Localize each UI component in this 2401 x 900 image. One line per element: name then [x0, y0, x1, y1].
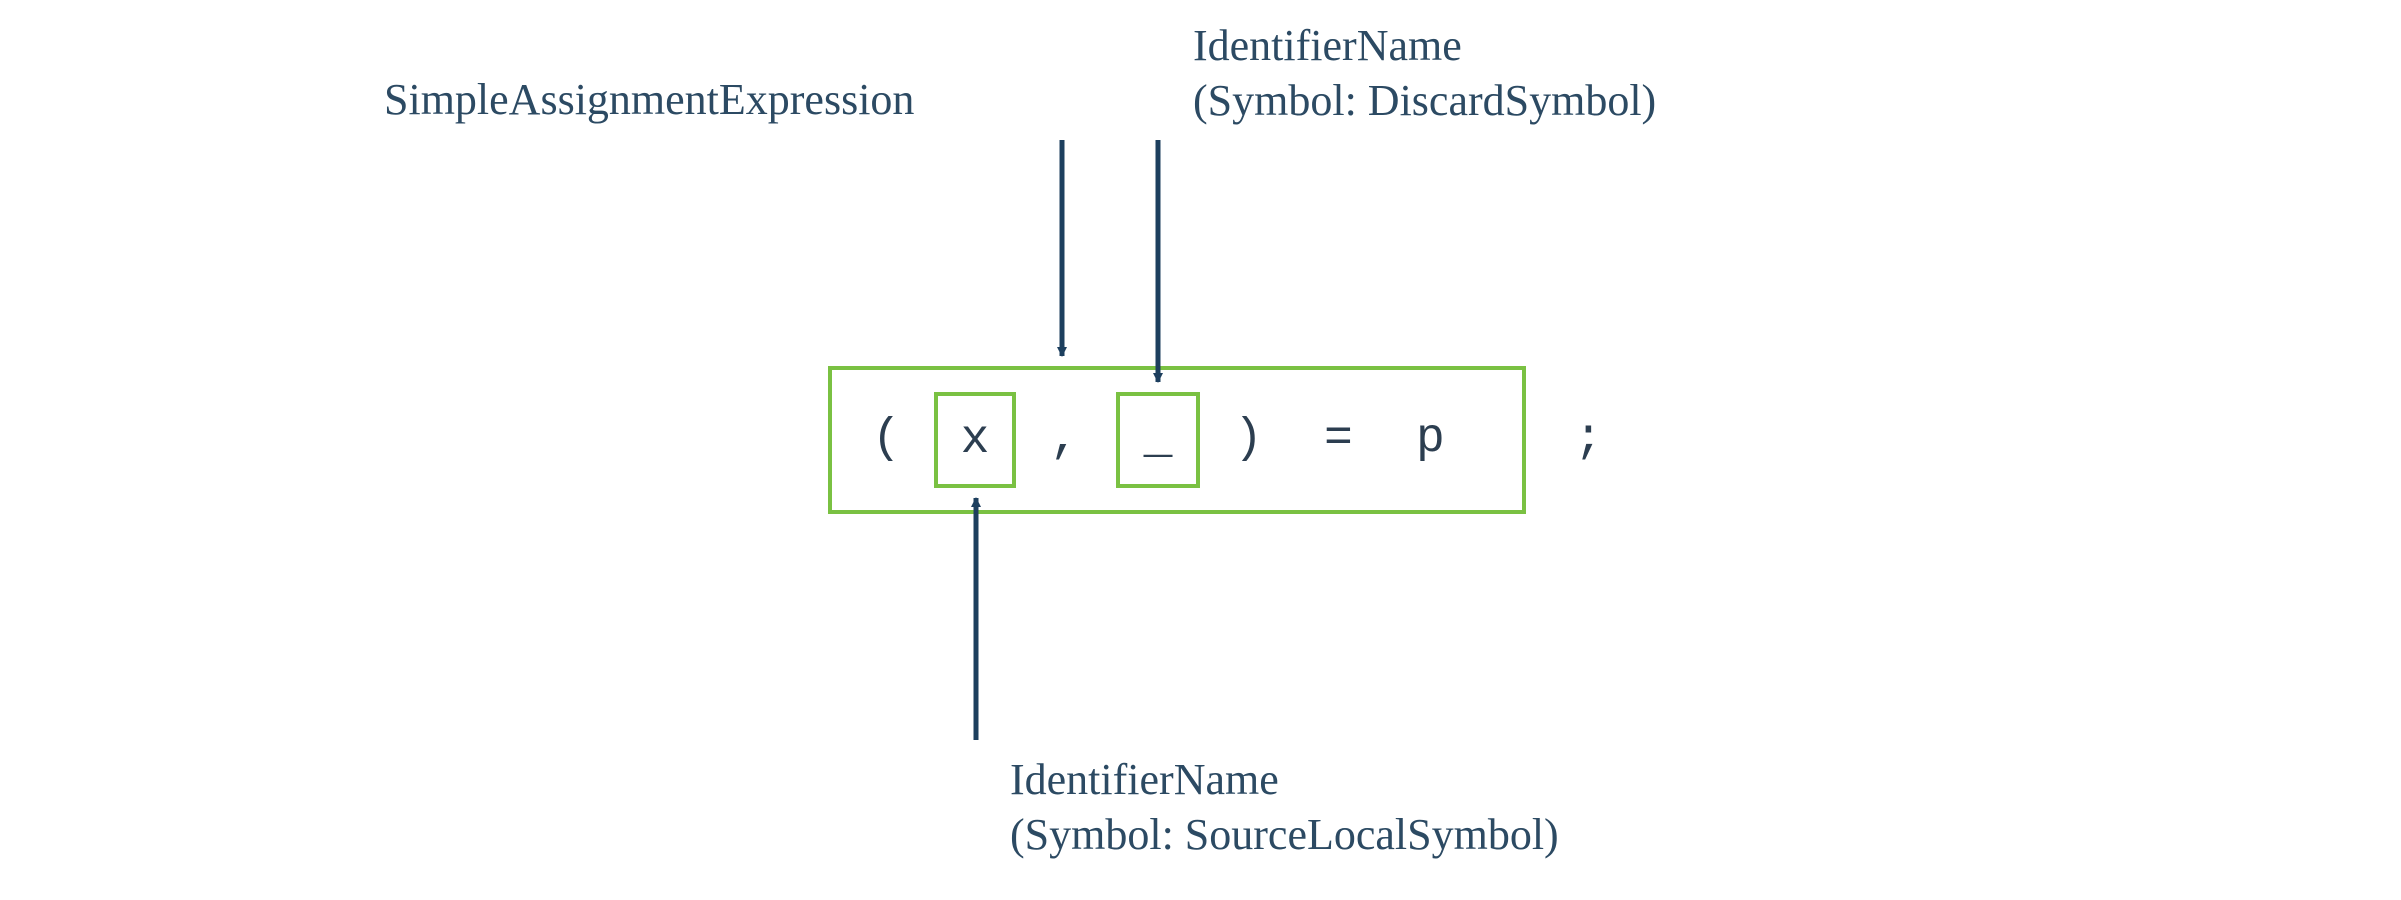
token-x: x [961, 413, 990, 467]
token-open-paren: ( [872, 412, 901, 466]
label-simple-assignment: SimpleAssignmentExpression [384, 72, 914, 127]
token-x-box: x [934, 392, 1016, 488]
label-identifier-source-local: IdentifierName (Symbol: SourceLocalSymbo… [1010, 752, 1559, 862]
token-close-paren: ) [1234, 412, 1263, 466]
token-eq: = [1324, 412, 1353, 466]
token-comma: , [1050, 412, 1079, 466]
token-underscore-box: _ [1116, 392, 1200, 488]
label-identifier-source-local-line2: (Symbol: SourceLocalSymbol) [1010, 810, 1559, 859]
diagram-canvas: SimpleAssignmentExpression IdentifierNam… [0, 0, 2401, 900]
token-p: p [1416, 412, 1445, 466]
label-identifier-discard-line2: (Symbol: DiscardSymbol) [1193, 76, 1656, 125]
token-underscore: _ [1144, 413, 1173, 467]
label-identifier-source-local-line1: IdentifierName [1010, 755, 1279, 804]
label-identifier-discard: IdentifierName (Symbol: DiscardSymbol) [1193, 18, 1656, 128]
token-semicolon: ; [1574, 412, 1603, 466]
label-identifier-discard-line1: IdentifierName [1193, 21, 1462, 70]
